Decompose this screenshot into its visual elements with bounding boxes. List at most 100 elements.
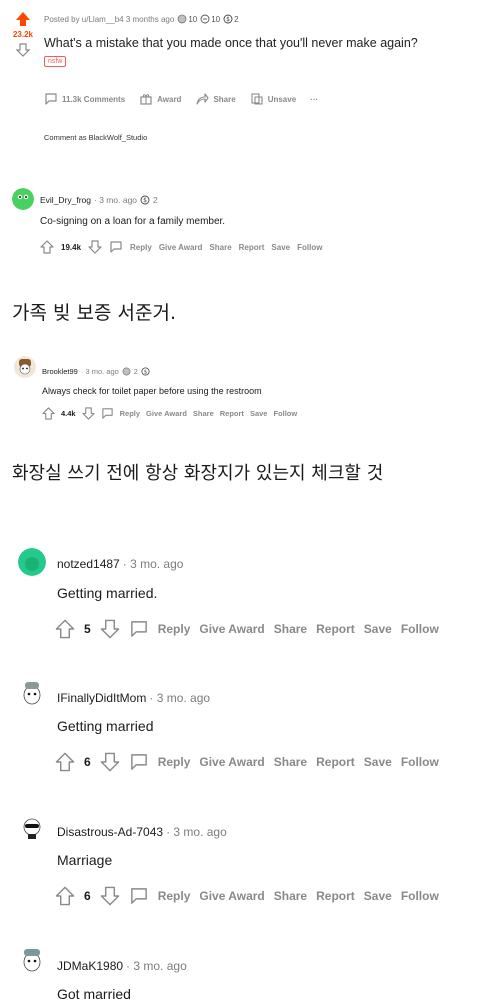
comment: JDMaK1980 · 3 mo. ago Got married	[0, 940, 500, 1000]
comment-header: Brooklet99 · 3 mo. ago 2 $	[42, 367, 150, 376]
upvote-icon[interactable]	[40, 240, 54, 254]
username[interactable]: notzed1487	[57, 557, 120, 571]
timestamp: · 3 mo. ago	[122, 557, 184, 571]
downvote-icon[interactable]	[81, 407, 95, 420]
comment-actions: 19.4k Reply Give Award Share Report Save…	[40, 240, 322, 254]
more-options-button[interactable]: ···	[310, 95, 318, 104]
comments-button[interactable]: 11.3k Comments	[44, 92, 125, 106]
timestamp: · 3 mo. ago	[80, 367, 119, 376]
vote-count: 19.4k	[61, 242, 82, 252]
bookmark-icon	[251, 93, 263, 105]
upvote-icon[interactable]	[42, 407, 55, 420]
give-award-button[interactable]: Give Award	[199, 755, 264, 769]
reply-button[interactable]: Reply	[158, 889, 191, 903]
upvote-icon[interactable]	[55, 752, 75, 772]
avatar[interactable]	[18, 946, 46, 974]
award-button[interactable]: Award	[139, 92, 181, 106]
downvote-icon[interactable]	[88, 240, 102, 254]
comment-header: notzed1487 · 3 mo. ago	[57, 557, 183, 571]
reply-icon[interactable]	[129, 619, 149, 639]
nsfw-tag: nsfw	[44, 56, 67, 67]
give-award-button[interactable]: Give Award	[199, 622, 264, 636]
share-button[interactable]: Share	[209, 243, 231, 252]
reply-button[interactable]: Reply	[158, 622, 191, 636]
comment-actions: 5 Reply Give Award Share Report Save Fol…	[55, 619, 439, 639]
comment-body: Getting married.	[57, 585, 158, 601]
post-score: 23.2k	[12, 30, 34, 39]
reply-button[interactable]: Reply	[158, 755, 191, 769]
silver-award-icon	[177, 14, 187, 24]
give-award-button[interactable]: Give Award	[159, 243, 203, 252]
comment-header: JDMaK1980 · 3 mo. ago	[57, 959, 187, 973]
report-button[interactable]: Report	[239, 243, 265, 252]
svg-text:$: $	[226, 16, 230, 23]
follow-button[interactable]: Follow	[273, 409, 297, 418]
share-button[interactable]: Share	[274, 622, 307, 636]
caption-first: 가족 빚 보증 서준거.	[12, 302, 176, 324]
upvote-icon[interactable]	[55, 886, 75, 906]
save-button[interactable]: Save	[271, 243, 290, 252]
avatar[interactable]	[18, 548, 46, 576]
share-button[interactable]: Share	[274, 889, 307, 903]
username[interactable]: JDMaK1980	[57, 959, 123, 973]
save-button[interactable]: Save	[250, 409, 268, 418]
downvote-icon[interactable]	[100, 619, 120, 639]
timestamp: · 3 mo. ago	[94, 195, 138, 205]
vote-count: 6	[84, 755, 91, 769]
username[interactable]: IFinallyDidItMom	[57, 691, 146, 705]
unsave-button[interactable]: Unsave	[250, 92, 296, 106]
post-vote-column: 23.2k	[8, 12, 38, 57]
comment-actions: 6 Reply Give Award Share Report Save Fol…	[55, 752, 439, 772]
reply-icon[interactable]	[129, 886, 149, 906]
downvote-icon[interactable]	[100, 886, 120, 906]
give-award-button[interactable]: Give Award	[146, 409, 187, 418]
helpful-award-icon	[200, 14, 210, 24]
comment-as-label: Comment as BlackWolf_Studio	[44, 133, 148, 142]
silver-award-icon	[122, 367, 131, 376]
follow-button[interactable]: Follow	[297, 243, 322, 252]
save-button[interactable]: Save	[364, 889, 392, 903]
share-label: Share	[213, 94, 236, 104]
reply-icon[interactable]	[101, 407, 114, 420]
report-button[interactable]: Report	[316, 755, 355, 769]
username[interactable]: Evil_Dry_frog	[40, 195, 91, 205]
unsave-label: Unsave	[267, 94, 297, 104]
reply-button[interactable]: Reply	[120, 409, 140, 418]
avatar[interactable]	[18, 679, 46, 707]
avatar[interactable]	[12, 188, 34, 210]
snoo-avatar-icon	[18, 548, 46, 576]
coin-award-icon: $	[141, 367, 150, 376]
share-button[interactable]: Share	[193, 409, 214, 418]
downvote-icon[interactable]	[100, 752, 120, 772]
comment-body: Marriage	[57, 852, 113, 868]
reply-icon[interactable]	[129, 752, 149, 772]
comment: Disastrous-Ad-7043 · 3 mo. ago Marriage …	[0, 806, 500, 916]
reply-icon[interactable]	[109, 240, 123, 254]
upvote-icon[interactable]	[16, 12, 30, 26]
save-button[interactable]: Save	[364, 755, 392, 769]
reply-button[interactable]: Reply	[130, 243, 152, 252]
award-count: 2	[153, 195, 158, 205]
avatar[interactable]	[18, 812, 46, 840]
follow-button[interactable]: Follow	[401, 622, 439, 636]
share-button[interactable]: Share	[274, 755, 307, 769]
comment-actions: 6 Reply Give Award Share Report Save Fol…	[55, 886, 439, 906]
award-count: 10	[188, 14, 198, 24]
follow-button[interactable]: Follow	[401, 889, 439, 903]
avatar[interactable]	[14, 356, 36, 378]
give-award-button[interactable]: Give Award	[199, 889, 264, 903]
award-count: 2	[234, 14, 239, 24]
post-meta: Posted by u/Llam__b4 3 months ago 10 10 …	[44, 14, 239, 24]
report-button[interactable]: Report	[220, 409, 244, 418]
post-title[interactable]: What's a mistake that you made once that…	[44, 36, 494, 50]
share-button[interactable]: Share	[195, 92, 236, 106]
username[interactable]: Disastrous-Ad-7043	[57, 825, 163, 839]
save-button[interactable]: Save	[364, 622, 392, 636]
report-button[interactable]: Report	[316, 889, 355, 903]
username[interactable]: Brooklet99	[42, 367, 78, 376]
report-button[interactable]: Report	[316, 622, 355, 636]
upvote-icon[interactable]	[55, 619, 75, 639]
downvote-icon[interactable]	[16, 43, 30, 57]
follow-button[interactable]: Follow	[401, 755, 439, 769]
vote-count: 6	[84, 889, 91, 903]
